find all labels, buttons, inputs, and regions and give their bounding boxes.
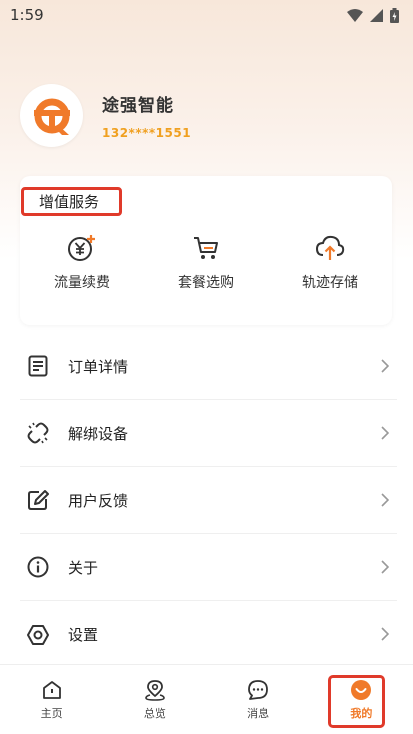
avatar[interactable] [20,84,83,147]
menu-item-about[interactable]: 关于 [20,534,397,601]
status-icons [347,7,399,23]
status-time: 1:59 [10,6,44,24]
nav-tab-profile[interactable]: 我的 [310,665,413,734]
service-label: 轨迹存储 [302,275,358,291]
order-icon [28,355,48,377]
chevron-right-icon [381,359,389,373]
profile-icon [351,679,372,700]
shopping-cart-icon [194,237,218,259]
nav-tab-home[interactable]: 主页 [0,665,103,734]
service-label: 套餐选购 [178,275,234,291]
menu-item-label: 关于 [68,558,99,577]
nav-label: 我的 [350,706,373,720]
menu-item-unbind-device[interactable]: 解绑设备 [20,400,397,467]
nav-label: 消息 [247,706,270,720]
chevron-right-icon [381,560,389,574]
battery-icon [390,7,399,23]
services-title: 增值服务 [21,187,122,216]
nav-tab-messages[interactable]: 消息 [207,665,310,734]
menu-item-label: 用户反馈 [68,491,129,510]
user-name: 途强智能 [102,96,174,116]
menu-item-label: 订单详情 [68,357,129,376]
service-package-purchase[interactable]: 套餐选购 [144,234,268,292]
user-phone: 132****1551 [102,126,192,140]
settings-menu: 订单详情 解绑设备 用户反馈 关于 设置 [20,333,397,668]
chevron-right-icon [381,627,389,641]
feedback-icon [28,490,49,510]
brand-logo-icon [33,98,70,135]
unlink-icon [27,422,49,444]
profile-header[interactable]: 途强智能 132****1551 [20,84,191,147]
service-traffic-recharge[interactable]: 流量续费 [20,234,144,292]
service-track-storage[interactable]: 轨迹存储 [268,234,392,292]
wifi-icon [347,8,363,22]
settings-icon [27,624,49,645]
message-icon [248,679,269,700]
traffic-recharge-icon [68,235,95,261]
chevron-right-icon [381,493,389,507]
bottom-navigation: 主页 总览 消息 我的 [0,664,413,734]
signal-icon [370,8,383,22]
menu-item-label: 解绑设备 [68,424,129,443]
nav-tab-overview[interactable]: 总览 [103,665,206,734]
menu-item-user-feedback[interactable]: 用户反馈 [20,467,397,534]
map-pin-icon [145,679,165,701]
status-bar: 1:59 [0,0,413,30]
nav-label: 主页 [40,706,63,720]
cloud-upload-icon [315,235,345,260]
home-icon [42,680,61,699]
info-icon [27,556,49,578]
service-label: 流量续费 [54,275,110,291]
chevron-right-icon [381,426,389,440]
value-added-services-card: 增值服务 流量续费 套餐选购 轨迹存储 [20,176,392,325]
nav-label: 总览 [143,706,166,720]
menu-item-settings[interactable]: 设置 [20,601,397,668]
menu-item-order-details[interactable]: 订单详情 [20,333,397,400]
menu-item-label: 设置 [68,626,99,644]
